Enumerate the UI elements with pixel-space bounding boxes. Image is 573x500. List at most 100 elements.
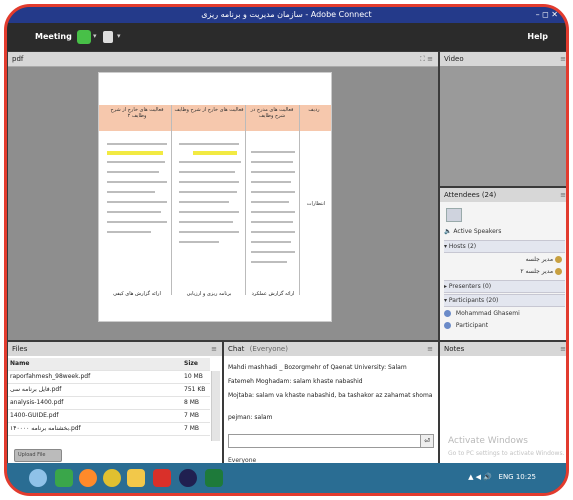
file-name: فایل برنامه سی.pdf [10, 386, 62, 393]
title-bar: سازمان مدیریت و برنامه ریزی - Adobe Conn… [7, 7, 566, 23]
activation-watermark-title: Activate Windows [448, 436, 528, 446]
attendee-row[interactable]: مدیر جلسه ۲ [444, 266, 565, 277]
help-menu[interactable]: Help [527, 32, 548, 41]
system-tray[interactable]: ▲ ◀ 🔊 [468, 473, 492, 481]
highlight [193, 151, 237, 155]
upload-file-button[interactable]: Upload File [14, 449, 62, 462]
files-pod-title: Files [12, 345, 28, 353]
microphone-icon[interactable] [77, 30, 91, 44]
acrobat-icon[interactable] [153, 469, 171, 487]
video-pod: Video ≡ [439, 51, 566, 187]
pod-menu-icon[interactable]: ≡ [560, 342, 566, 356]
presenters-label: Presenters (0) [448, 283, 492, 290]
text-line [251, 191, 295, 193]
chevron-down-icon[interactable]: ▾ [93, 32, 97, 40]
attendee-row[interactable]: Participant [444, 320, 565, 331]
file-row[interactable]: فایل برنامه سی.pdf 751 KB [8, 384, 210, 397]
chevron-down-icon[interactable]: ▾ [117, 32, 121, 40]
text-line [179, 201, 229, 203]
text-line [251, 231, 295, 233]
excel-icon[interactable] [205, 469, 223, 487]
document-column: فعالیت های خارج از شرح وظایف ۲ [110, 107, 164, 119]
start-icon[interactable] [29, 469, 47, 487]
text-line [251, 251, 295, 253]
file-row[interactable]: 1400-GUIDE.pdf 7 MB [8, 410, 210, 423]
files-pod: Files ≡ Name Size raporfahmesh_98week.pd… [7, 341, 223, 469]
size-column-header[interactable]: Size [184, 358, 198, 370]
text-line [251, 161, 293, 163]
attendee-row[interactable]: مدیر جلسه [444, 254, 565, 265]
share-pod-title: pdf [12, 55, 24, 63]
file-list: Name Size raporfahmesh_98week.pdf 10 MB … [8, 356, 222, 468]
files-pod-header: Files ≡ [8, 342, 222, 357]
file-row[interactable]: raporfahmesh_98week.pdf 10 MB [8, 371, 210, 384]
meeting-menu[interactable]: Meeting [35, 32, 72, 41]
document-footer-text: ارائه گزارش های کیفی [113, 291, 161, 297]
send-icon[interactable]: ⏎ [420, 434, 434, 448]
active-speakers-row[interactable]: 🔈 Active Speakers [444, 226, 565, 237]
table-divider [299, 105, 300, 295]
table-divider [171, 105, 172, 295]
file-name: analysis-1400.pdf [10, 399, 64, 406]
video-pod-header: Video ≡ [440, 52, 566, 67]
chat-input[interactable] [228, 434, 424, 448]
clock[interactable]: ENG 10:25 [499, 473, 536, 481]
video-pod-title: Video [444, 55, 464, 63]
pod-menu-icon[interactable]: ≡ [427, 342, 433, 356]
shared-document[interactable]: ردیف فعالیت های مدرج در شرح وظایف فعالیت… [98, 72, 332, 322]
file-list-header[interactable]: Name Size [8, 358, 210, 371]
chat-message: Fatemeh Moghadam: salam khaste nabashid [228, 378, 363, 385]
activation-watermark-subtitle: Go to PC settings to activate Windows. [448, 450, 565, 457]
file-row[interactable]: ۱۴۰۰۰۰ بخشنامه برنامه.pdf 7 MB [8, 423, 210, 436]
pod-menu-icon[interactable]: ≡ [211, 342, 217, 356]
text-line [107, 161, 165, 163]
participant-name: Mohammad Ghasemi [455, 310, 520, 317]
text-line [179, 231, 239, 233]
notes-pod: Notes ≡ Activate Windows Go to PC settin… [439, 341, 566, 469]
user-icon [555, 256, 562, 263]
participant-name: Participant [455, 322, 489, 329]
hosts-label: Hosts (2) [448, 243, 477, 250]
chat-message: Mojtaba: salam va khaste nabashid, ba ta… [228, 392, 433, 399]
document-column: ردیف [308, 107, 320, 113]
upload-file-label: Upload File [18, 452, 46, 458]
presenters-section[interactable]: ▸ Presenters (0) [444, 280, 565, 293]
highlight [107, 151, 163, 155]
firefox-icon[interactable] [79, 469, 97, 487]
text-line [251, 211, 295, 213]
camera-icon[interactable] [103, 31, 113, 43]
window-controls[interactable]: – ◻ ✕ [536, 7, 558, 23]
text-line [107, 201, 167, 203]
participants-section[interactable]: ▾ Participants (20) [444, 294, 565, 307]
pod-menu-icon[interactable]: ≡ [560, 188, 566, 202]
text-line [179, 241, 219, 243]
media-player-icon[interactable] [179, 469, 197, 487]
file-size: 7 MB [184, 425, 200, 432]
folder-icon[interactable] [127, 469, 145, 487]
text-line [251, 261, 287, 263]
windows-taskbar: ▲ ◀ 🔊 ENG 10:25 [7, 463, 566, 493]
chat-message: pejman: salam [228, 414, 273, 421]
name-column-header[interactable]: Name [10, 358, 29, 370]
text-line [251, 241, 291, 243]
scrollbar[interactable] [211, 371, 220, 441]
text-line [179, 191, 237, 193]
attendee-view-icon[interactable] [446, 208, 462, 222]
pod-menu-icon[interactable]: ⛶ ≡ [420, 52, 433, 66]
file-row[interactable]: analysis-1400.pdf 8 MB [8, 397, 210, 410]
text-line [107, 143, 167, 145]
chat-scope: (Everyone) [249, 345, 288, 353]
store-icon[interactable] [55, 469, 73, 487]
document-column: فعالیت های مدرج در شرح وظایف [250, 107, 294, 119]
chat-history: Mahdi mashhadi _ Bozorgmehr of Qaenat Un… [224, 356, 438, 468]
text-line [179, 221, 233, 223]
chrome-icon[interactable] [103, 469, 121, 487]
pod-menu-icon[interactable]: ≡ [560, 52, 566, 66]
text-line [107, 221, 167, 223]
attendee-row[interactable]: Mohammad Ghasemi [444, 308, 565, 319]
chat-message: Mahdi mashhadi _ Bozorgmehr of Qaenat Un… [228, 364, 407, 371]
text-line [251, 201, 289, 203]
hosts-section[interactable]: ▾ Hosts (2) [444, 240, 565, 253]
text-line [179, 171, 235, 173]
notes-area[interactable]: Activate Windows Go to PC settings to ac… [440, 356, 566, 468]
